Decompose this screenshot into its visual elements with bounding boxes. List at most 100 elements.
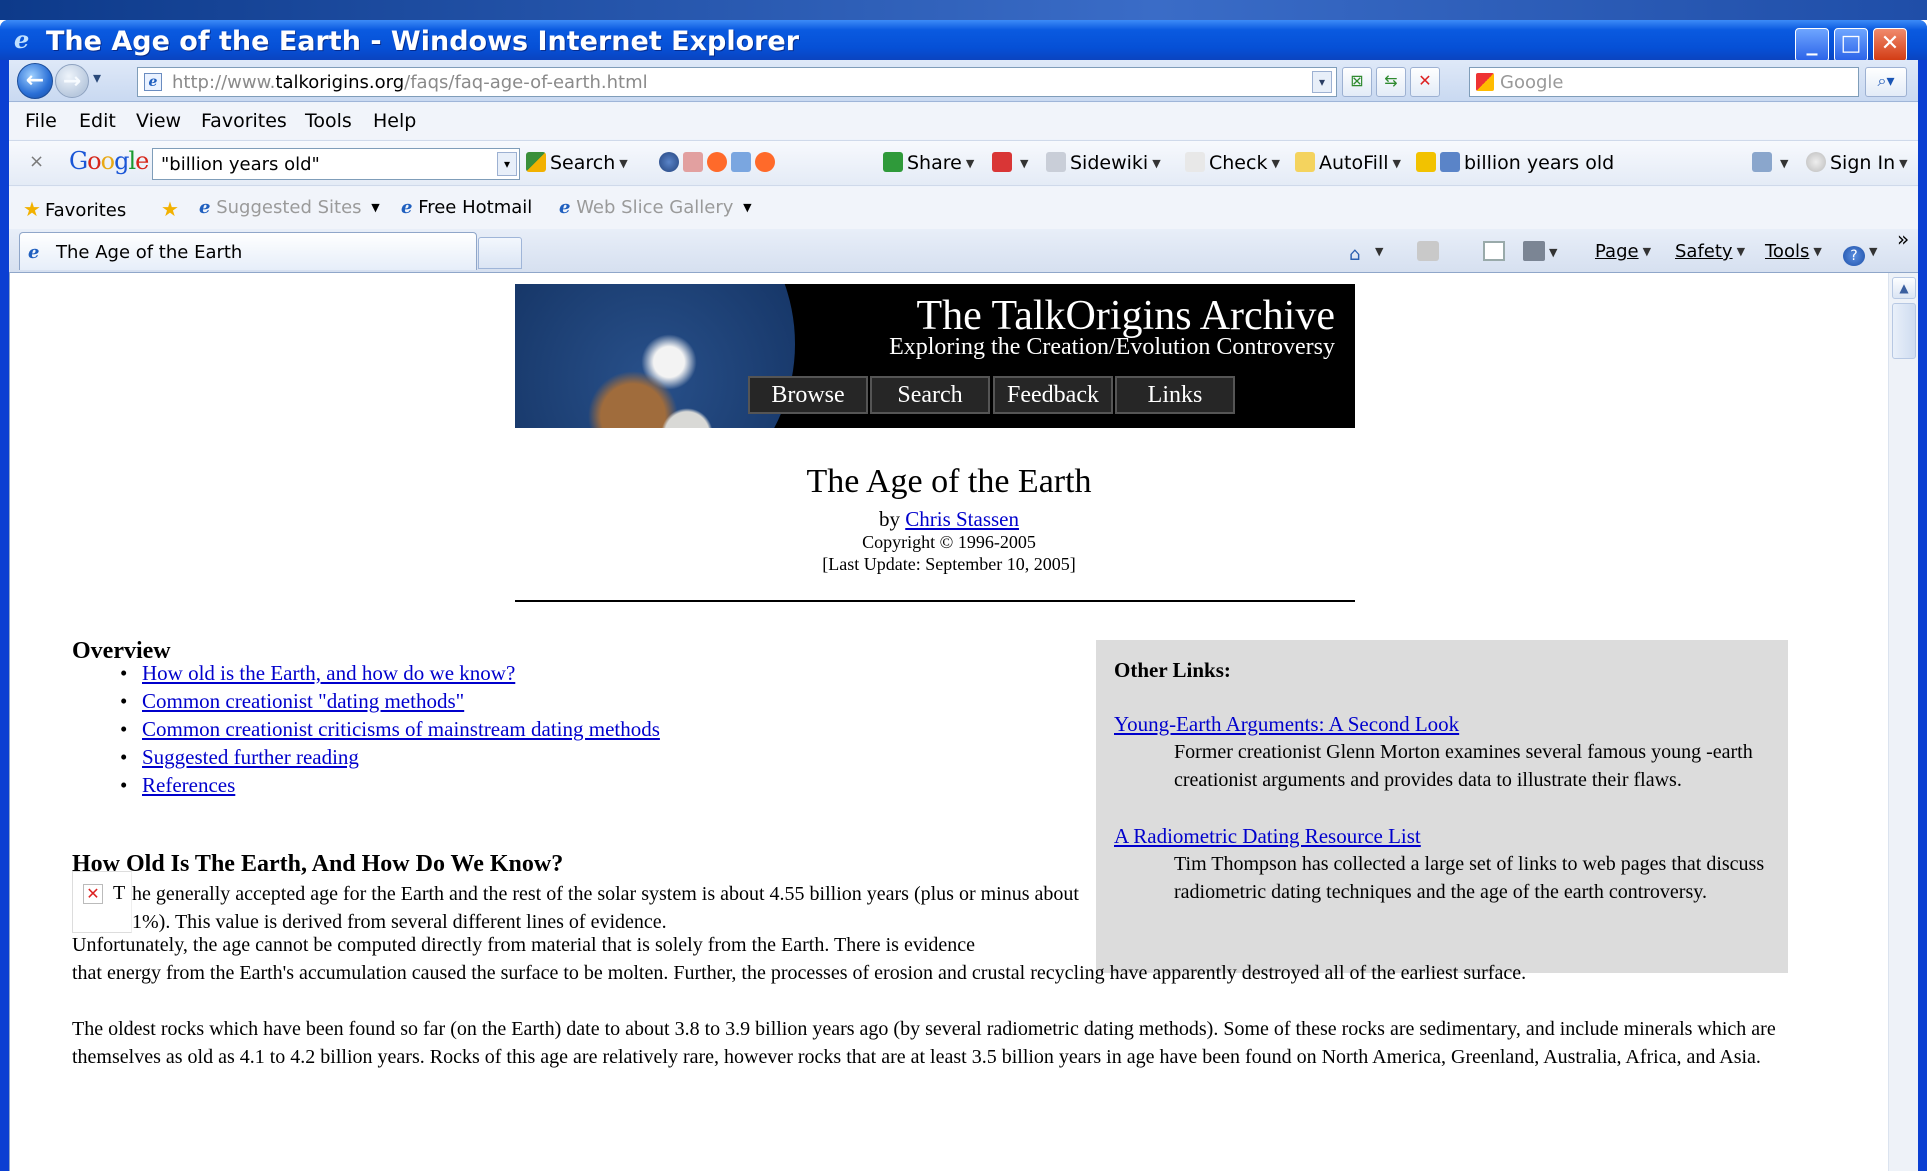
google-toolbar-query[interactable]: "billion years old" — [161, 154, 320, 175]
google-search-provider-icon — [1476, 73, 1494, 91]
tab-label: The Age of the Earth — [56, 242, 243, 263]
divider — [515, 600, 1355, 602]
toolbar-bookmark-button[interactable]: ▼ — [992, 152, 1028, 174]
paragraph: he generally accepted age for the Earth … — [132, 883, 1079, 933]
google-toolbar-search-input[interactable]: "billion years old" ▾ — [152, 148, 520, 180]
tab-row: e The Age of the Earth ⌂ ▼ ▼ Page ▼ Safety… — [9, 227, 1918, 273]
title-bar[interactable]: e The Age of the Earth - Windows Interne… — [0, 20, 1927, 62]
toolbar-autofill-button[interactable]: AutoFill ▼ — [1295, 152, 1401, 174]
other-link[interactable]: Young-Earth Arguments: A Second Look — [1114, 712, 1459, 737]
search-input[interactable]: Google — [1469, 67, 1859, 97]
toc-item: Suggested further reading — [120, 743, 660, 771]
command-bar-overflow-icon[interactable]: » — [1897, 227, 1909, 251]
back-button[interactable]: ← — [17, 63, 53, 99]
search-go-button[interactable]: ⌕▾ — [1865, 67, 1907, 97]
suggested-sites-link[interactable]: e Suggested Sites ▼ — [199, 197, 380, 218]
toc-item: Common creationist criticisms of mainstr… — [120, 715, 660, 743]
toc-link[interactable]: Suggested further reading — [142, 745, 359, 769]
nav-feedback[interactable]: Feedback — [993, 376, 1113, 414]
new-tab-button[interactable] — [478, 237, 522, 269]
menu-edit[interactable]: Edit — [79, 110, 116, 132]
menu-tools[interactable]: Tools — [305, 110, 352, 132]
compatibility-view-icon[interactable]: ⊠ — [1342, 67, 1372, 97]
toc-link[interactable]: Common creationist criticisms of mainstr… — [142, 717, 660, 741]
toolbar-search-button[interactable]: Search ▼ — [526, 152, 628, 174]
browser-window: e The Age of the Earth - Windows Interne… — [0, 20, 1927, 1171]
tools-menu-button[interactable]: Tools ▼ — [1765, 241, 1822, 262]
section-heading: How Old Is The Earth, And How Do We Know… — [72, 851, 564, 877]
forward-button[interactable]: → — [55, 64, 89, 98]
minimize-button[interactable]: _ — [1795, 28, 1829, 62]
query-dropdown-icon[interactable]: ▾ — [497, 152, 517, 176]
address-url[interactable]: http://www.talkorigins.org/faqs/faq-age-… — [172, 72, 648, 93]
menu-help[interactable]: Help — [373, 110, 416, 132]
toolbar-close-icon[interactable]: × — [29, 151, 44, 172]
add-button-icon — [731, 152, 751, 172]
ie-page-icon: e — [199, 197, 211, 218]
bookmark-icon — [992, 152, 1012, 172]
stop-icon[interactable]: ✕ — [1410, 67, 1440, 97]
broken-image-icon: ✕ — [83, 884, 103, 904]
recent-pages-dropdown-icon[interactable]: ▾ — [93, 68, 101, 87]
mail-icon — [1483, 241, 1505, 261]
nav-search[interactable]: Search — [870, 376, 990, 414]
find-term-icon — [1440, 152, 1460, 172]
menu-favorites[interactable]: Favorites — [201, 110, 287, 132]
toolbar-sidewiki-button[interactable]: Sidewiki ▼ — [1046, 152, 1161, 174]
page-viewport[interactable]: The TalkOrigins Archive Exploring the Cr… — [9, 273, 1918, 1171]
scroll-up-arrow-icon[interactable]: ▲ — [1892, 277, 1916, 299]
help-menu-button[interactable]: ? ▼ — [1843, 241, 1877, 266]
toolbar-settings-button[interactable]: ▼ — [1752, 152, 1788, 174]
wrench-icon — [1752, 152, 1772, 172]
favorites-button[interactable]: ★ Favorites — [23, 197, 126, 221]
toc-link[interactable]: References — [142, 773, 235, 797]
sidewiki-icon — [1046, 152, 1066, 172]
add-to-favorites-bar-button[interactable]: ★ — [161, 197, 183, 221]
read-mail-button[interactable] — [1483, 241, 1505, 263]
author-link[interactable]: Chris Stassen — [905, 507, 1019, 531]
menu-file[interactable]: File — [25, 110, 57, 132]
toc-link[interactable]: Common creationist "dating methods" — [142, 689, 464, 713]
site-subtitle: Exploring the Creation/Evolution Controv… — [889, 334, 1335, 360]
google-logo[interactable]: Google — [69, 147, 149, 175]
free-hotmail-link[interactable]: e Free Hotmail — [401, 197, 532, 218]
toolbar-share-button[interactable]: Share ▼ — [883, 152, 974, 174]
other-link[interactable]: A Radiometric Dating Resource List — [1114, 824, 1421, 849]
menu-view[interactable]: View — [136, 110, 181, 132]
close-button[interactable]: ✕ — [1873, 28, 1907, 62]
toc-link[interactable]: How old is the Earth, and how do we know… — [142, 661, 515, 685]
vertical-scrollbar[interactable]: ▲ — [1888, 273, 1918, 1171]
globe-icon — [659, 152, 679, 172]
nav-browse[interactable]: Browse — [748, 376, 868, 414]
other-link-description: Tim Thompson has collected a large set o… — [1174, 853, 1765, 903]
toc-item: References — [120, 771, 660, 799]
scroll-thumb[interactable] — [1892, 303, 1916, 359]
page-menu-button[interactable]: Page ▼ — [1595, 241, 1651, 262]
nav-links[interactable]: Links — [1115, 376, 1235, 414]
address-input[interactable]: e http://www.talkorigins.org/faqs/faq-ag… — [137, 67, 1337, 97]
google-toolbar: × Google "billion years old" ▾ Search ▼ S… — [9, 140, 1918, 186]
site-banner: The TalkOrigins Archive Exploring the Cr… — [515, 284, 1355, 428]
toolbar-signin-button[interactable]: Sign In ▼ — [1806, 152, 1908, 174]
copyright-notice: Copyright © 1996-2005 — [862, 532, 1036, 552]
refresh-icon[interactable]: ⇆ — [1376, 67, 1406, 97]
other-links-heading: Other Links: — [1114, 658, 1231, 682]
feeds-button[interactable] — [1417, 241, 1439, 263]
maximize-button[interactable]: □ — [1834, 28, 1868, 62]
print-button[interactable]: ▼ — [1523, 241, 1557, 263]
toolbar-highlight-button[interactable]: billion years old — [1416, 152, 1614, 174]
safety-menu-button[interactable]: Safety ▼ — [1675, 241, 1745, 262]
home-button[interactable]: ⌂ ▼ — [1349, 241, 1383, 265]
tab-active[interactable]: e The Age of the Earth — [19, 232, 477, 270]
forward-arrow-icon: → — [62, 69, 82, 94]
favorites-bar: ★ Favorites ★ e Suggested Sites ▼ e Free … — [9, 187, 1918, 229]
magnifier-icon: ⌕ — [1877, 71, 1887, 90]
share-icon — [883, 152, 903, 172]
toolbar-buttons-group[interactable] — [659, 152, 779, 174]
toolbar-check-button[interactable]: Check ▼ — [1185, 152, 1280, 174]
web-slice-gallery-link[interactable]: e Web Slice Gallery ▼ — [559, 197, 752, 218]
last-update: [Last Update: September 10, 2005] — [822, 554, 1076, 574]
address-bar-row: ← → ▾ e http://www.talkorigins.org/faqs/… — [9, 60, 1918, 102]
address-dropdown-icon[interactable]: ▾ — [1312, 71, 1332, 93]
other-link-description: Former creationist Glenn Morton examines… — [1174, 741, 1753, 791]
